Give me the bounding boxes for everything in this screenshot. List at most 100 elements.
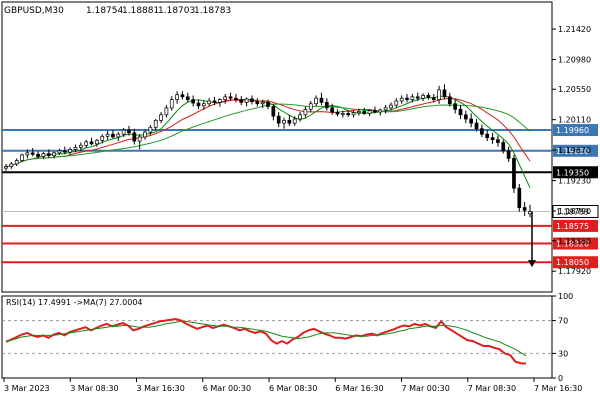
candle-body [9, 163, 14, 168]
candle-body [276, 115, 281, 124]
candle-body [394, 100, 399, 106]
level-label-5: 1.18050 [556, 258, 589, 267]
price-tick-label: 1.21420 [558, 25, 591, 34]
candle-body [389, 104, 393, 109]
candle-body [341, 113, 345, 115]
ohlc-value-3: 1.18783 [194, 6, 231, 16]
candle-body [303, 108, 308, 116]
price-tick-label: 1.20980 [558, 55, 591, 64]
candle-body [169, 99, 174, 109]
candle-body [415, 96, 420, 99]
candle-body [239, 99, 244, 103]
ohlc-readout: 1.187541.188811.187031.18783 [86, 6, 231, 16]
candle-body [25, 152, 30, 156]
candle-body [447, 96, 452, 105]
candle-body [121, 129, 126, 135]
candle-body [266, 102, 270, 107]
candle-body [463, 114, 468, 120]
candle-body [324, 102, 329, 109]
candle-body [234, 97, 238, 100]
candle-body [137, 136, 142, 142]
candle-body [308, 103, 313, 110]
rsi-panel-frame [1, 295, 553, 379]
rsi-tick-label: 0 [558, 374, 563, 383]
candle-body [474, 122, 479, 130]
candle-body [330, 107, 335, 113]
candle-body [453, 103, 457, 110]
time-tick-label: 7 Mar 08:30 [468, 384, 516, 393]
candle-body [100, 135, 105, 141]
candle-body [469, 118, 474, 124]
candle-body [522, 207, 527, 211]
candle-body [191, 99, 195, 104]
price-axis: 1.21420 1.20980 1.20550 1.20110 1.19670 1.192… [552, 25, 591, 276]
candle-body [399, 97, 404, 102]
candle-body [292, 118, 297, 124]
candle-body [4, 166, 8, 169]
candle-body [212, 100, 217, 103]
candle-body [30, 152, 35, 155]
candle-body [244, 98, 249, 103]
ohlc-value-0: 1.18754 [86, 6, 123, 16]
candle-body [153, 120, 158, 128]
candle-body [41, 153, 46, 157]
candle-body [196, 102, 201, 107]
candle-body [287, 120, 292, 124]
candle-body [159, 114, 163, 121]
time-tick-label: 3 Mar 16:30 [137, 384, 185, 393]
candle-body [116, 133, 121, 138]
candle-body [175, 94, 179, 100]
price-panel-frame [1, 1, 553, 293]
candle-body [132, 132, 137, 142]
time-tick-label: 6 Mar 00:30 [203, 384, 251, 393]
candle-body [260, 102, 265, 105]
candle-body [207, 100, 212, 105]
candle-body [20, 154, 24, 161]
candle-body [127, 129, 131, 134]
time-tick-label: 6 Mar 16:30 [335, 384, 383, 393]
candle-body [351, 112, 356, 116]
candle-body [79, 144, 83, 148]
candle-body [180, 94, 185, 98]
candle-body [357, 111, 361, 114]
time-tick-label: 7 Mar 16:30 [534, 384, 582, 393]
candle-body [426, 95, 431, 98]
candle-body [228, 96, 233, 99]
candle-body [383, 107, 388, 111]
candle-body [319, 97, 324, 103]
price-tick-label: 1.20110 [558, 116, 591, 125]
candle-body [378, 109, 383, 113]
price-tick-label: 1.18360 [558, 237, 591, 246]
level-label-0: 1.19960 [556, 126, 589, 135]
chart-root: 1.19960 1.19660 1.19350 1.18575 1.18320 1.180… [0, 0, 600, 400]
candle-body [335, 111, 340, 115]
price-tick-label: 1.18790 [558, 207, 591, 216]
candle-body [148, 126, 153, 133]
level-label-3: 1.18575 [556, 222, 589, 231]
candle-body [501, 142, 506, 152]
rsi-tick-label: 70 [558, 317, 568, 326]
ohlc-value-2: 1.18703 [158, 6, 195, 16]
candle-body [506, 150, 511, 159]
candle-body [512, 158, 516, 189]
rsi-label: RSI(14) 17.4991 ->MA(7) 27.0004 [6, 298, 143, 307]
candle-body [111, 133, 115, 138]
price-tick-label: 1.19670 [558, 146, 591, 155]
price-tick-label: 1.19230 [558, 177, 591, 186]
candle-body [36, 153, 40, 157]
candle-body [346, 113, 351, 116]
candle-body [485, 133, 490, 139]
candle-body [496, 139, 500, 143]
candle-body [255, 101, 260, 105]
candle-body [490, 137, 495, 141]
candle-body [14, 160, 19, 165]
candle-body [95, 140, 99, 145]
chart-svg: 1.199601.196601.193501.185751.183201.180… [1, 1, 599, 393]
time-tick-label: 7 Mar 00:30 [402, 384, 450, 393]
candle-body [314, 97, 318, 105]
candle-body [46, 153, 51, 157]
candle-body [84, 141, 89, 146]
candle-body [105, 133, 110, 137]
candle-body [52, 152, 56, 157]
chart-frame [1, 1, 553, 379]
